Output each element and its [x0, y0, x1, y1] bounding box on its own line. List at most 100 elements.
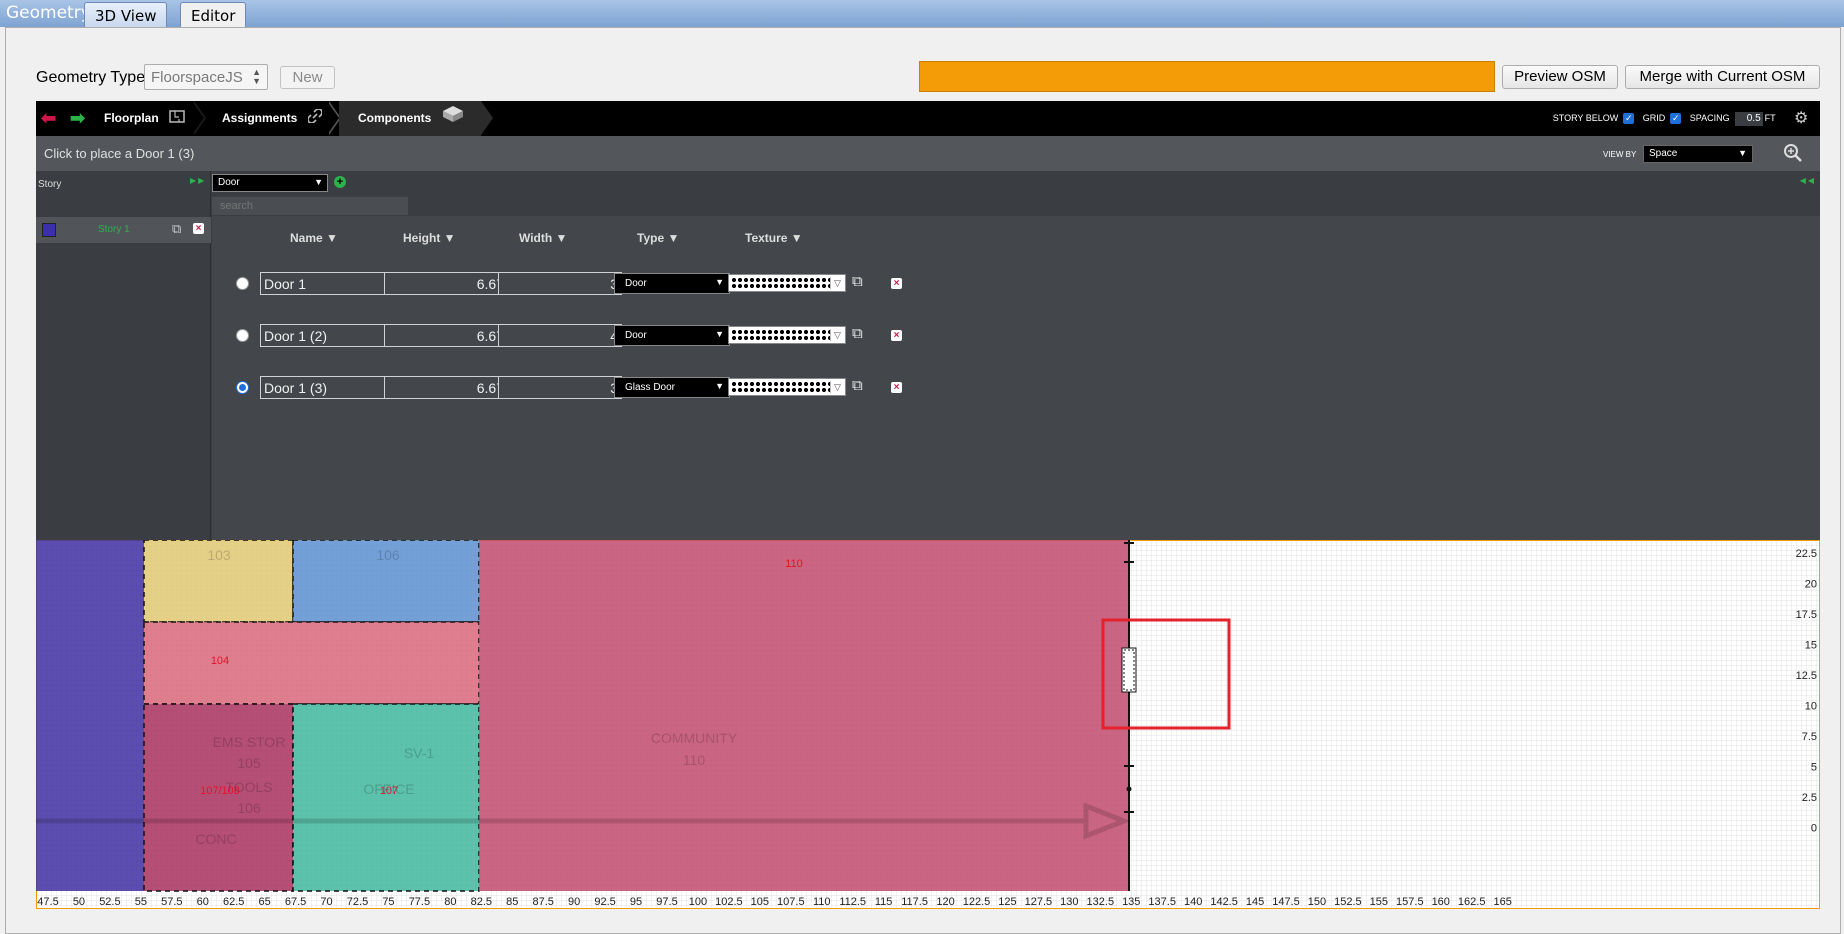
name-field[interactable]: [260, 272, 394, 295]
chevron-down-icon: ▽: [830, 329, 844, 341]
space[interactable]: 110: [479, 540, 1129, 891]
search-input[interactable]: [212, 197, 408, 215]
tab-3d-view[interactable]: 3D View: [84, 2, 168, 27]
width-field[interactable]: [498, 376, 622, 399]
copy-icon[interactable]: ⧉: [852, 325, 863, 342]
underlay-label: 105: [237, 755, 261, 771]
window-tabstrip: Geometry 3D View Editor: [0, 0, 1844, 28]
undo-arrow-icon[interactable]: ⬅: [41, 108, 56, 129]
row-radio[interactable]: [236, 277, 249, 290]
component-type-select[interactable]: Door ▼: [212, 174, 328, 192]
geometry-type-label: Geometry Type: [36, 69, 146, 86]
x-tick-label: 85: [506, 896, 518, 908]
add-icon[interactable]: +: [334, 176, 346, 188]
x-tick-label: 95: [630, 896, 642, 908]
delete-icon[interactable]: ×: [891, 330, 902, 341]
x-tick-label: 52.5: [99, 896, 120, 908]
height-field[interactable]: [384, 272, 508, 295]
x-tick-label: 162.5: [1458, 896, 1486, 908]
x-tick-label: 142.5: [1210, 896, 1238, 908]
geometry-type-select[interactable]: FloorspaceJS ▲ ▼: [144, 64, 268, 90]
row-radio[interactable]: [236, 329, 249, 342]
type-select[interactable]: Door ▼: [614, 325, 730, 346]
texture-select[interactable]: ▽: [728, 378, 846, 396]
breadcrumb-floorplan-label: Floorplan: [104, 111, 159, 125]
breadcrumb-floorplan[interactable]: Floorplan: [104, 101, 185, 136]
collapse-arrows-icon[interactable]: ◀◀: [1800, 176, 1816, 185]
type-value: Door: [625, 330, 647, 341]
grid-checkbox[interactable]: ✓: [1670, 113, 1682, 125]
y-tick-label: 10: [1805, 701, 1817, 713]
texture-select[interactable]: ▽: [728, 274, 846, 292]
column-texture[interactable]: Texture ▼: [745, 231, 803, 245]
x-tick-label: 132.5: [1087, 896, 1115, 908]
spacing-input[interactable]: 0.5: [1734, 111, 1763, 126]
preview-osm-button[interactable]: Preview OSM: [1502, 65, 1618, 89]
story-below-checkbox[interactable]: ✓: [1623, 113, 1635, 125]
x-tick-label: 75: [382, 896, 394, 908]
texture-swatch: [731, 329, 831, 341]
components-icon: [442, 101, 464, 136]
texture-swatch: [731, 381, 831, 393]
copy-icon[interactable]: ⧉: [852, 273, 863, 290]
underlay-label: 110: [683, 752, 706, 768]
zoom-icon[interactable]: [1783, 143, 1803, 163]
underlay-label: OFFICE: [363, 781, 414, 797]
view-by-select[interactable]: Space ▼: [1643, 145, 1753, 163]
row-radio[interactable]: [236, 381, 249, 394]
x-tick-label: 62.5: [223, 896, 244, 908]
copy-icon[interactable]: ⧉: [852, 377, 863, 394]
space[interactable]: 107/108: [143, 703, 294, 892]
width-field[interactable]: [498, 272, 622, 295]
chevron-down-icon: ▼: [1738, 148, 1747, 158]
tab-editor[interactable]: Editor: [180, 2, 247, 28]
delete-icon[interactable]: ×: [891, 278, 902, 289]
chevron-down-icon: ▽: [830, 277, 844, 289]
x-tick-label: 145: [1246, 896, 1264, 908]
space[interactable]: [36, 540, 144, 891]
new-button[interactable]: New: [280, 66, 335, 89]
name-field[interactable]: [260, 324, 394, 347]
x-tick-label: 65: [259, 896, 271, 908]
x-tick-label: 157.5: [1396, 896, 1424, 908]
name-field[interactable]: [260, 376, 394, 399]
height-field[interactable]: [384, 324, 508, 347]
column-name[interactable]: Name ▼: [290, 231, 338, 245]
space[interactable]: 107: [292, 703, 480, 892]
delete-icon[interactable]: ×: [891, 382, 902, 393]
column-height[interactable]: Height ▼: [403, 231, 456, 245]
height-field[interactable]: [384, 376, 508, 399]
x-tick-label: 90: [568, 896, 580, 908]
redo-arrow-icon[interactable]: ➡: [70, 108, 85, 129]
x-tick-label: 130: [1060, 896, 1078, 908]
merge-osm-button[interactable]: Merge with Current OSM: [1625, 65, 1820, 89]
grid-label: GRID: [1642, 113, 1666, 123]
delete-icon[interactable]: ×: [193, 223, 204, 234]
column-width[interactable]: Width ▼: [519, 231, 567, 245]
column-type[interactable]: Type ▼: [637, 231, 679, 245]
breadcrumb-assignments[interactable]: Assignments: [222, 101, 323, 136]
breadcrumb-components[interactable]: Components: [358, 101, 464, 136]
story-color-swatch[interactable]: [42, 223, 56, 237]
x-tick-label: 137.5: [1148, 896, 1176, 908]
expand-arrows-icon[interactable]: ▶▶: [190, 176, 206, 185]
chevron-down-icon: ▼: [314, 177, 323, 187]
width-field[interactable]: [498, 324, 622, 347]
story-row[interactable]: Story 1 ⧉ ×: [36, 217, 211, 243]
instruction-bar: Click to place a Door 1 (3) VIEW BY Spac…: [36, 136, 1820, 171]
type-select[interactable]: Door ▼: [614, 273, 730, 294]
components-topbar: Door ▼ + ◀◀: [212, 171, 1820, 216]
underlay-label: COMMUNITY: [651, 730, 738, 746]
floorplan-canvas[interactable]: 104 107/108 107 110 COMMUNITY 110 EMS STOR 105…: [36, 540, 1820, 909]
floorplan-svg[interactable]: 104107/108 107110 COMMUNITY110EMS STOR105…: [36, 540, 1820, 909]
x-tick-label: 77.5: [409, 896, 430, 908]
type-select[interactable]: Glass Door ▼: [614, 377, 730, 398]
gear-icon[interactable]: ⚙: [1794, 110, 1810, 127]
y-tick-label: 22.5: [1796, 548, 1817, 560]
glass-door-marker[interactable]: [1121, 647, 1137, 693]
texture-select[interactable]: ▽: [728, 326, 846, 344]
copy-icon[interactable]: ⧉: [172, 221, 181, 237]
space[interactable]: 104: [143, 621, 480, 705]
x-tick-label: 165: [1493, 896, 1511, 908]
underlay-label: TOOLS: [225, 779, 272, 795]
